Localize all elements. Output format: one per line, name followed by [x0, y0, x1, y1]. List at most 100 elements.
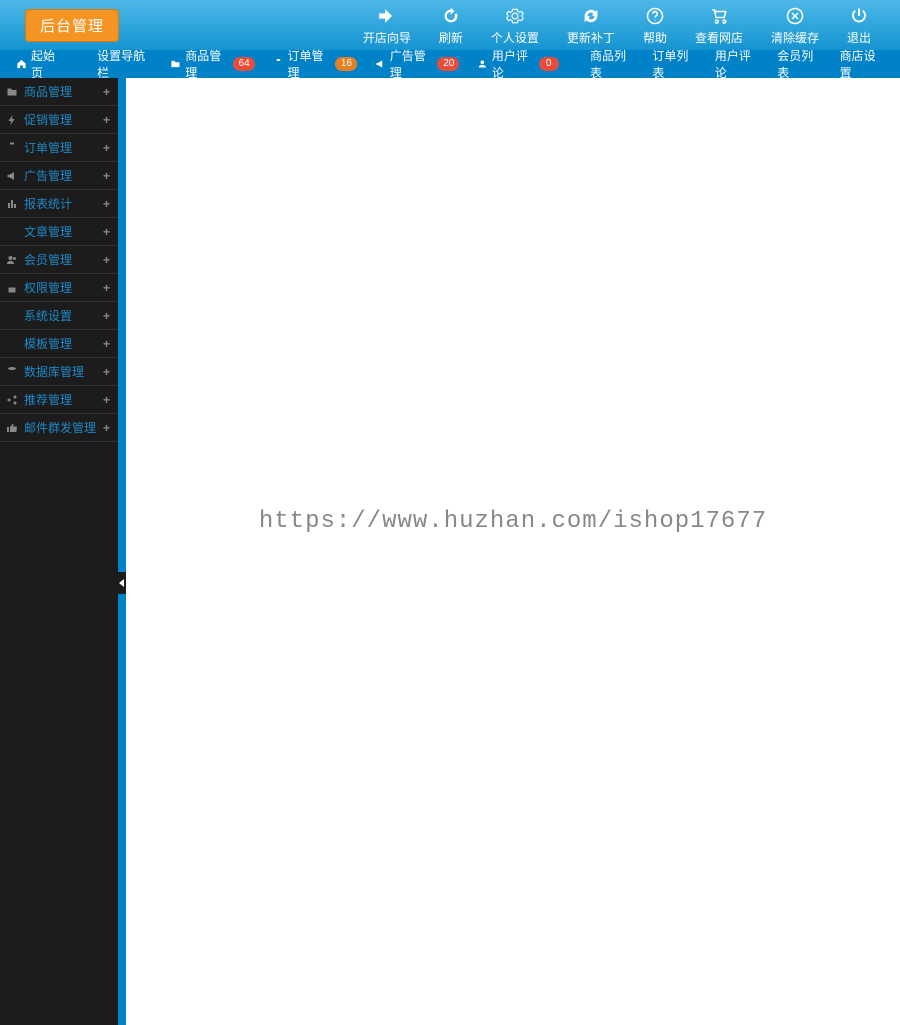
nav-tab-3[interactable]: 订单管理 16 [267, 50, 363, 78]
nav-tab-label: 订单管理 [288, 47, 331, 81]
sidebar-collapse-handle[interactable] [116, 572, 126, 594]
header-tool-label: 开店向导 [363, 29, 411, 46]
nav-tab-label: 用户评论 [492, 47, 535, 81]
users-icon [6, 254, 18, 266]
sidebar-item-5[interactable]: 文章管理+ [0, 218, 118, 246]
nav-tab-label: 广告管理 [390, 47, 433, 81]
top-header: 后台管理 开店向导 刷新 个人设置 更新补丁 帮助 查看网店 清除缓存 退出 [0, 0, 900, 50]
sidebar: 商品管理+促销管理+订单管理+广告管理+报表统计+文章管理+会员管理+权限管理+… [0, 78, 118, 1025]
expand-icon: + [103, 197, 110, 211]
nav-badge: 64 [233, 57, 255, 71]
expand-icon: + [103, 169, 110, 183]
header-tool-label: 个人设置 [491, 29, 539, 46]
power-icon [850, 5, 868, 27]
lock-icon [6, 282, 18, 294]
gear-icon [506, 5, 524, 27]
header-tool-label: 帮助 [643, 29, 667, 46]
mail-icon [6, 310, 18, 322]
nav-badge: 20 [437, 57, 459, 71]
arrow-forward-icon [378, 5, 396, 27]
template-icon [6, 338, 18, 350]
sidebar-item-4[interactable]: 报表统计 + [0, 190, 118, 218]
sidebar-item-label: 邮件群发管理 [24, 419, 97, 436]
header-tool-label: 刷新 [439, 29, 463, 46]
nav-link-1[interactable]: 订单列表 [646, 50, 702, 78]
bolt-icon [6, 114, 18, 126]
nav-link-label: 商店设置 [840, 47, 884, 81]
header-tool-3[interactable]: 更新补丁 [553, 5, 629, 46]
content-divider-strip [118, 78, 126, 1025]
sidebar-item-label: 模板管理 [24, 335, 97, 352]
nav-tab-label: 设置导航栏 [97, 47, 152, 81]
sidebar-item-0[interactable]: 商品管理+ [0, 78, 118, 106]
nav-tab-label: 起始页 [31, 47, 64, 81]
cart-icon [710, 5, 728, 27]
sidebar-item-2[interactable]: 订单管理 + [0, 134, 118, 162]
content-area: https://www.huzhan.com/ishop17677 [126, 78, 900, 1025]
sidebar-item-10[interactable]: 数据库管理+ [0, 358, 118, 386]
expand-icon: + [103, 113, 110, 127]
sidebar-item-9[interactable]: 模板管理+ [0, 330, 118, 358]
nav-bar: 起始页设置导航栏商品管理64订单管理16广告管理20用户评论0商品列表订单列表用… [0, 50, 900, 78]
sidebar-item-label: 权限管理 [24, 279, 97, 296]
refresh-icon [442, 5, 460, 27]
nav-link-label: 商品列表 [590, 47, 634, 81]
expand-icon: + [103, 281, 110, 295]
watermark-text: https://www.huzhan.com/ishop17677 [259, 508, 767, 535]
nav-tab-2[interactable]: 商品管理 64 [164, 50, 260, 78]
home-icon [16, 58, 27, 70]
header-tool-5[interactable]: 查看网店 [681, 5, 757, 46]
nav-link-2[interactable]: 用户评论 [709, 50, 765, 78]
nav-tab-label: 商品管理 [185, 47, 228, 81]
help-icon [646, 5, 664, 27]
sidebar-item-label: 广告管理 [24, 167, 97, 184]
expand-icon: + [103, 253, 110, 267]
thumb-icon [6, 422, 18, 434]
nav-tab-1[interactable]: 设置导航栏 [76, 50, 158, 78]
sidebar-item-3[interactable]: 广告管理 + [0, 162, 118, 190]
nav-link-0[interactable]: 商品列表 [584, 50, 640, 78]
lines-icon [6, 226, 18, 238]
sidebar-item-12[interactable]: 邮件群发管理 + [0, 414, 118, 442]
sidebar-item-label: 报表统计 [24, 195, 97, 212]
expand-icon: + [103, 225, 110, 239]
header-tool-6[interactable]: 清除缓存 [757, 5, 833, 46]
header-tool-label: 清除缓存 [771, 29, 819, 46]
nav-badge: 16 [335, 57, 357, 71]
nav-badge: 0 [539, 57, 559, 71]
chart-icon [6, 198, 18, 210]
sidebar-item-1[interactable]: 促销管理 + [0, 106, 118, 134]
sidebar-item-11[interactable]: 推荐管理+ [0, 386, 118, 414]
header-tool-label: 退出 [847, 29, 871, 46]
megaphone-icon [375, 58, 386, 70]
nav-link-4[interactable]: 商店设置 [834, 50, 890, 78]
nav-link-label: 用户评论 [715, 47, 759, 81]
clipboard-icon [273, 58, 284, 70]
expand-icon: + [103, 421, 110, 435]
sidebar-item-label: 数据库管理 [24, 363, 97, 380]
header-tool-1[interactable]: 刷新 [425, 5, 477, 46]
header-tool-label: 更新补丁 [567, 29, 615, 46]
header-tool-7[interactable]: 退出 [833, 5, 885, 46]
sidebar-item-label: 订单管理 [24, 139, 97, 156]
nav-tab-5[interactable]: 用户评论 0 [471, 50, 564, 78]
clear-icon [786, 5, 804, 27]
sidebar-item-8[interactable]: 系统设置+ [0, 302, 118, 330]
header-tool-label: 查看网店 [695, 29, 743, 46]
sidebar-item-label: 促销管理 [24, 111, 97, 128]
nav-tab-0[interactable]: 起始页 [10, 50, 70, 78]
nav-link-label: 会员列表 [777, 47, 821, 81]
sidebar-item-6[interactable]: 会员管理 + [0, 246, 118, 274]
header-tool-0[interactable]: 开店向导 [349, 5, 425, 46]
folder-icon [6, 86, 18, 98]
nav-tab-4[interactable]: 广告管理 20 [369, 50, 465, 78]
header-tool-2[interactable]: 个人设置 [477, 5, 553, 46]
header-tool-4[interactable]: 帮助 [629, 5, 681, 46]
logo-button[interactable]: 后台管理 [25, 9, 119, 42]
sidebar-item-label: 会员管理 [24, 251, 97, 268]
sync-icon [582, 5, 600, 27]
header-tools: 开店向导 刷新 个人设置 更新补丁 帮助 查看网店 清除缓存 退出 [349, 5, 885, 46]
sidebar-item-7[interactable]: 权限管理 + [0, 274, 118, 302]
nav-link-3[interactable]: 会员列表 [771, 50, 827, 78]
expand-icon: + [103, 141, 110, 155]
